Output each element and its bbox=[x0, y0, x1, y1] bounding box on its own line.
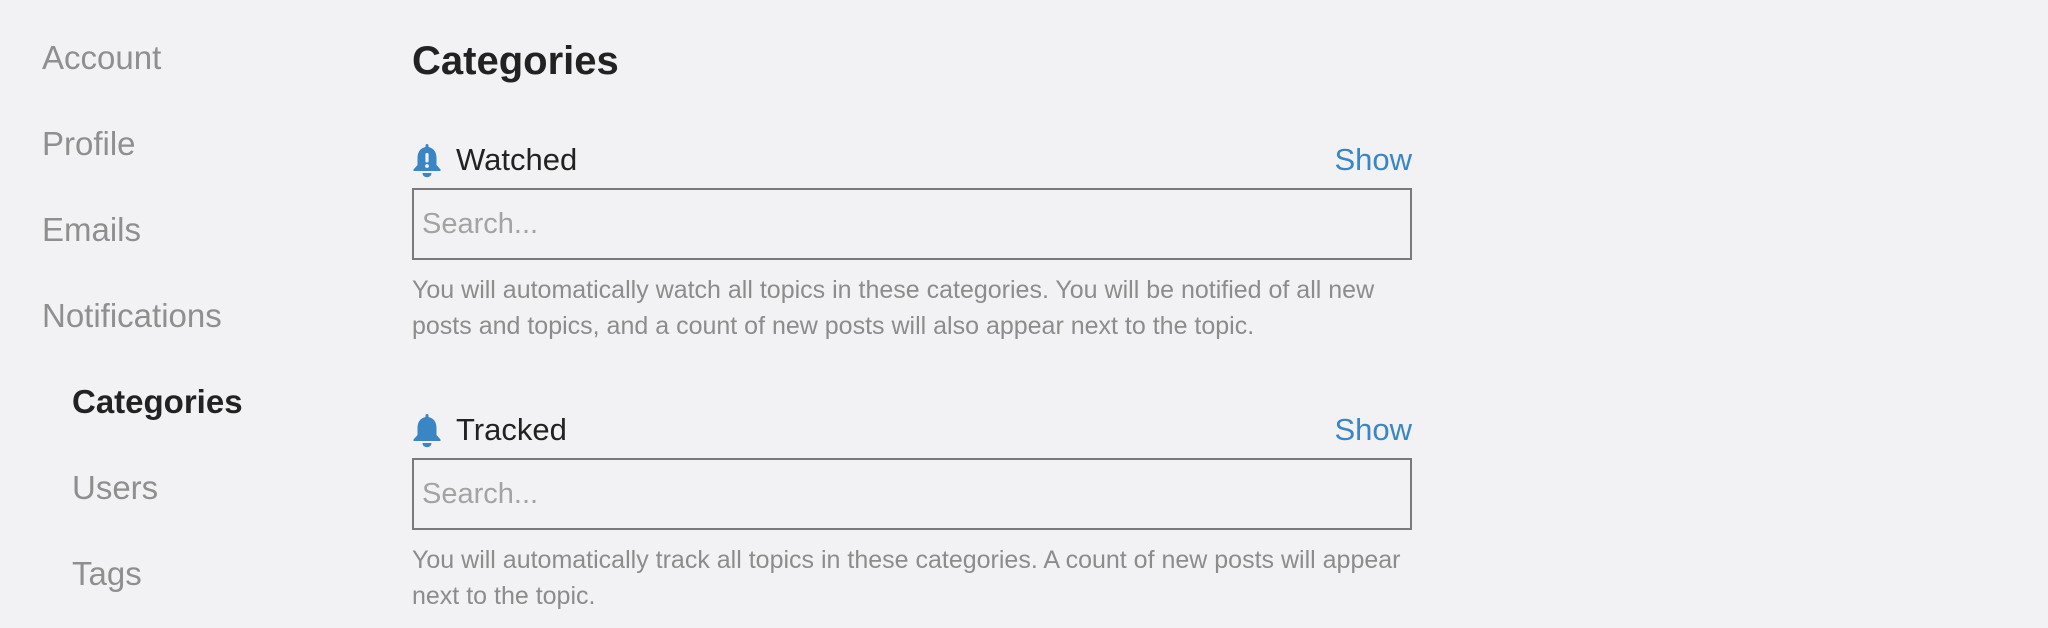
tracked-section: Tracked Show You will automatically trac… bbox=[412, 410, 1412, 610]
sidebar-item-users[interactable]: Users bbox=[72, 468, 158, 508]
watched-category-search-input[interactable] bbox=[412, 188, 1412, 260]
tracked-show-link[interactable]: Show bbox=[1334, 410, 1412, 450]
tracked-help-text: You will automatically track all topics … bbox=[412, 546, 1401, 610]
bell-icon bbox=[413, 414, 441, 448]
sidebar-item-notifications[interactable]: Notifications bbox=[42, 296, 222, 336]
watched-show-link[interactable]: Show bbox=[1334, 140, 1412, 180]
sidebar-item-account[interactable]: Account bbox=[42, 38, 161, 78]
sidebar-item-emails[interactable]: Emails bbox=[42, 210, 141, 250]
watched-help-text: You will automatically watch all topics … bbox=[412, 276, 1375, 340]
preferences-page: Account Profile Emails Notifications Cat… bbox=[0, 0, 2048, 628]
tracked-category-search-input[interactable] bbox=[412, 458, 1412, 530]
tracked-label: Tracked bbox=[456, 412, 567, 447]
page-title: Categories bbox=[412, 39, 619, 83]
sidebar-item-profile[interactable]: Profile bbox=[42, 124, 136, 164]
watched-section: Watched Show You will automatically watc… bbox=[412, 140, 1412, 340]
watched-label: Watched bbox=[456, 142, 578, 177]
sidebar-item-categories[interactable]: Categories bbox=[72, 382, 243, 422]
bell-alert-icon bbox=[413, 144, 441, 178]
tracked-header: Tracked Show bbox=[412, 410, 1412, 450]
preferences-sidebar: Account Profile Emails Notifications Cat… bbox=[0, 0, 360, 628]
main-content: Categories Watched Show You will automat… bbox=[412, 0, 1412, 628]
watched-header: Watched Show bbox=[412, 140, 1412, 180]
sidebar-item-tags[interactable]: Tags bbox=[72, 554, 142, 594]
